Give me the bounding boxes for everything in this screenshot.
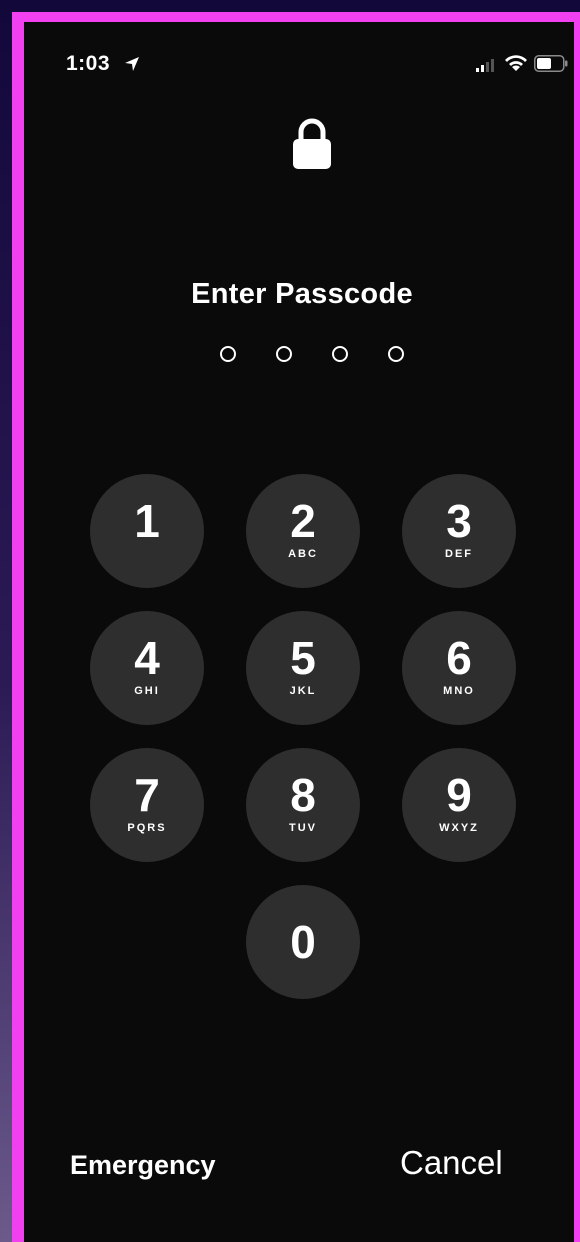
key-digit: 6 bbox=[446, 632, 472, 684]
key-digit: 0 bbox=[290, 916, 316, 968]
passcode-dot bbox=[388, 346, 404, 362]
emergency-button[interactable]: Emergency bbox=[70, 1150, 216, 1181]
passcode-dots bbox=[220, 346, 420, 368]
key-letters: PQRS bbox=[127, 822, 167, 834]
key-letters: DEF bbox=[445, 548, 473, 560]
keypad-key-2[interactable]: 2 ABC bbox=[246, 474, 360, 588]
phone-screen: 1:03 Enter Passcode 1 2 ABC 3 DEF 4 GHI … bbox=[12, 12, 580, 1242]
key-letters: MNO bbox=[443, 685, 475, 697]
keypad-key-9[interactable]: 9 WXYZ bbox=[402, 748, 516, 862]
cancel-button[interactable]: Cancel bbox=[400, 1144, 503, 1182]
key-digit: 1 bbox=[134, 495, 160, 547]
key-letters: TUV bbox=[289, 822, 317, 834]
keypad-key-7[interactable]: 7 PQRS bbox=[90, 748, 204, 862]
status-time: 1:03 bbox=[66, 52, 111, 75]
wifi-icon bbox=[505, 55, 527, 71]
key-letters: ABC bbox=[288, 548, 318, 560]
key-digit: 3 bbox=[446, 495, 472, 547]
key-digit: 4 bbox=[134, 632, 160, 684]
key-digit: 9 bbox=[446, 769, 472, 821]
cellular-signal-icon bbox=[476, 59, 494, 72]
keypad-key-4[interactable]: 4 GHI bbox=[90, 611, 204, 725]
keypad-key-0[interactable]: 0 bbox=[246, 885, 360, 999]
keypad-key-1[interactable]: 1 bbox=[90, 474, 204, 588]
key-digit: 2 bbox=[290, 495, 316, 547]
passcode-title: Enter Passcode bbox=[191, 278, 413, 310]
keypad-key-3[interactable]: 3 DEF bbox=[402, 474, 516, 588]
lock-icon bbox=[293, 118, 331, 169]
keypad-key-5[interactable]: 5 JKL bbox=[246, 611, 360, 725]
battery-icon bbox=[534, 55, 568, 72]
key-letters: JKL bbox=[289, 685, 317, 697]
key-digit: 8 bbox=[290, 769, 316, 821]
passcode-dot bbox=[276, 346, 292, 362]
key-digit: 5 bbox=[290, 632, 316, 684]
passcode-dot bbox=[332, 346, 348, 362]
location-arrow-icon bbox=[125, 57, 139, 71]
keypad-key-8[interactable]: 8 TUV bbox=[246, 748, 360, 862]
key-letters: GHI bbox=[134, 685, 160, 697]
key-letters: WXYZ bbox=[439, 822, 479, 834]
passcode-dot bbox=[220, 346, 236, 362]
key-digit: 7 bbox=[134, 769, 160, 821]
keypad-key-6[interactable]: 6 MNO bbox=[402, 611, 516, 725]
